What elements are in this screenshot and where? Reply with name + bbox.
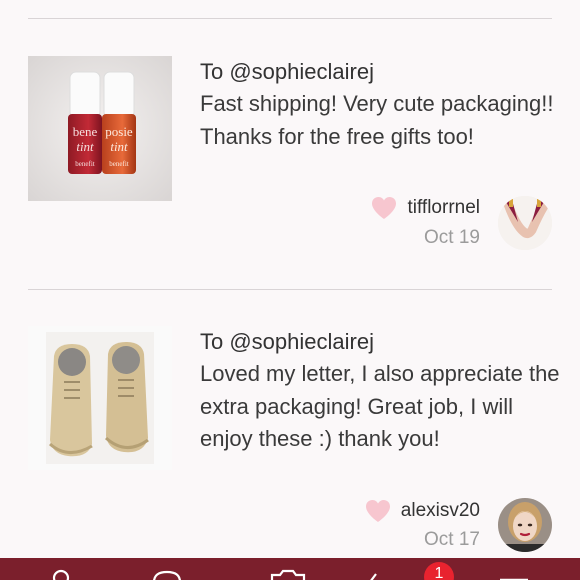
thumb-label: bene xyxy=(73,124,98,139)
username[interactable]: alexisv20 xyxy=(401,500,480,522)
heart-icon[interactable] xyxy=(365,499,391,523)
review-recipient[interactable]: To @sophieclairej xyxy=(200,59,374,85)
review-divider xyxy=(28,289,552,290)
listing-thumbnail[interactable]: bene tint posie tint benefit benefit xyxy=(28,56,172,201)
thumb-label: posie xyxy=(105,124,133,139)
avatar[interactable] xyxy=(498,498,552,552)
review-author[interactable]: alexisv20 xyxy=(365,499,480,523)
thumb-label: benefit xyxy=(75,160,94,168)
review-date: Oct 17 xyxy=(424,529,480,550)
menu-icon[interactable] xyxy=(496,568,532,580)
thumb-label: tint xyxy=(76,139,94,154)
bottom-nav-bar: 1 xyxy=(0,558,580,580)
listing-thumbnail[interactable] xyxy=(28,326,172,470)
username[interactable]: tifflorrnel xyxy=(407,197,480,219)
boots-image xyxy=(28,326,172,470)
tint-bottles-image: bene tint posie tint benefit benefit xyxy=(28,56,172,201)
top-divider xyxy=(28,18,552,19)
comment-icon[interactable] xyxy=(150,568,184,580)
avatar-image xyxy=(498,196,552,250)
news-icon[interactable] xyxy=(366,568,396,580)
thumb-label: benefit xyxy=(109,160,128,168)
review-text: Loved my letter, I also appreciate the e… xyxy=(200,361,560,451)
thumb-label: tint xyxy=(110,139,128,154)
notification-badge[interactable]: 1 xyxy=(424,562,454,580)
profile-icon[interactable] xyxy=(44,568,78,580)
avatar-image xyxy=(498,498,552,552)
heart-icon[interactable] xyxy=(371,196,397,220)
review-date: Oct 19 xyxy=(424,227,480,248)
camera-icon[interactable] xyxy=(268,568,308,580)
review-recipient[interactable]: To @sophieclairej xyxy=(200,329,374,355)
review-text: Fast shipping! Very cute packaging!! Tha… xyxy=(200,91,554,149)
review-author[interactable]: tifflorrnel xyxy=(371,196,480,220)
avatar[interactable] xyxy=(498,196,552,250)
